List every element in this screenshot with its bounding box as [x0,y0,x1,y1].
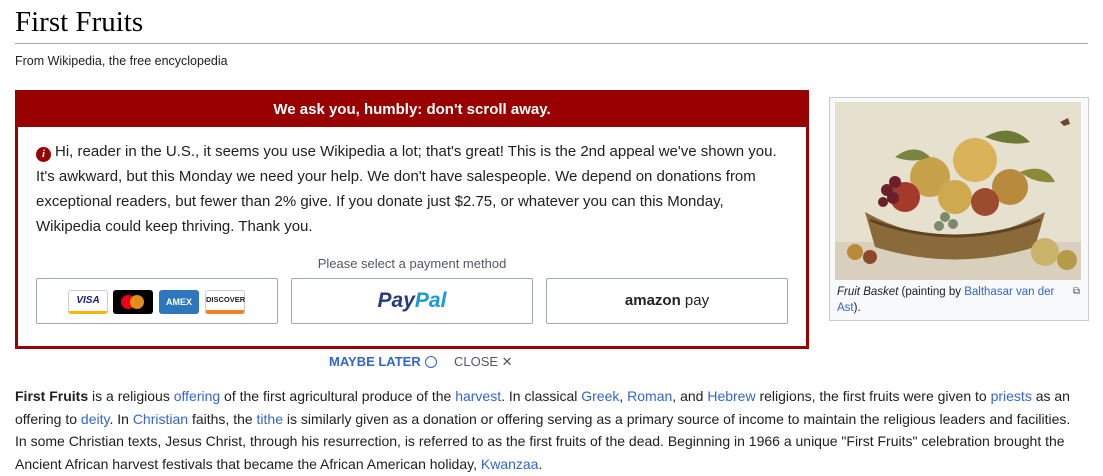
link-kwanzaa[interactable]: Kwanzaa [481,456,539,472]
link-christian[interactable]: Christian [133,411,188,427]
article-paragraph: First Fruits is a religious offering of … [15,385,1080,475]
close-button[interactable]: CLOSE ✕ [454,354,513,370]
link-tithe[interactable]: tithe [257,411,283,427]
info-icon: i [36,147,51,162]
text-span: is a religious [88,388,174,404]
tagline: From Wikipedia, the free encyclopedia [15,54,228,68]
banner-message-text: Hi, reader in the U.S., it seems you use… [36,143,777,235]
maybe-later-button[interactable]: MAYBE LATER [329,354,437,369]
text-span: of the first agricultural produce of the [220,388,456,404]
amazon-logo-part1: amazon [624,292,681,309]
caption-title: Fruit Basket [837,286,899,298]
paypal-logo: PayPal [292,279,532,323]
image-caption: Fruit Basket (painting by Balthasar van … [837,284,1073,316]
amex-logo-icon: AMEX [159,290,199,314]
maybe-later-label: MAYBE LATER [329,354,421,369]
fruit-basket-painting[interactable] [835,102,1081,280]
text-span: , [619,388,628,404]
visa-logo-icon: VISA [68,290,108,314]
caption-end: ). [853,302,861,314]
infobox-thumbnail: Fruit Basket (painting by Balthasar van … [829,97,1089,321]
text-span: . In classical [501,388,582,404]
title-divider [15,43,1088,44]
payment-label: Please select a payment method [317,256,507,271]
donation-banner: We ask you, humbly: don't scroll away. i… [15,90,809,349]
text-span: faiths, the [188,410,257,427]
text-span: . [538,455,543,472]
link-offering[interactable]: offering [174,388,220,404]
text-span: , and [672,388,708,404]
discover-logo-icon: DISCOVER [205,290,245,314]
link-greek[interactable]: Greek [581,388,619,404]
banner-heading: We ask you, humbly: don't scroll away. [18,93,806,127]
amazon-logo-part2: pay [684,292,710,309]
banner-message: i Hi, reader in the U.S., it seems you us… [18,127,806,239]
paypal-button[interactable]: PayPal [291,278,533,324]
text-span: religions, the first fruits were given t… [755,388,991,404]
page-title: First Fruits [15,6,144,38]
amazon-pay-logo: amazon pay [547,279,787,323]
link-deity[interactable]: deity [81,411,110,427]
link-harvest[interactable]: harvest [455,388,501,404]
article-subject: First Fruits [15,388,89,404]
link-roman[interactable]: Roman [627,388,672,404]
magnify-clip-icon[interactable]: ⧉ [1073,286,1080,297]
amazon-pay-button[interactable]: amazon pay [546,278,788,324]
mastercard-logo-icon [113,290,153,314]
card-payment-button[interactable]: VISA AMEX DISCOVER [36,278,278,324]
link-priests[interactable]: priests [991,388,1032,404]
clock-icon [424,356,437,368]
text-span: . In [109,410,133,427]
caption-text: (painting by [898,286,965,298]
paypal-logo-part1: Pay [377,289,415,312]
paypal-logo-part2: Pal [414,289,447,312]
link-hebrew[interactable]: Hebrew [707,388,755,404]
